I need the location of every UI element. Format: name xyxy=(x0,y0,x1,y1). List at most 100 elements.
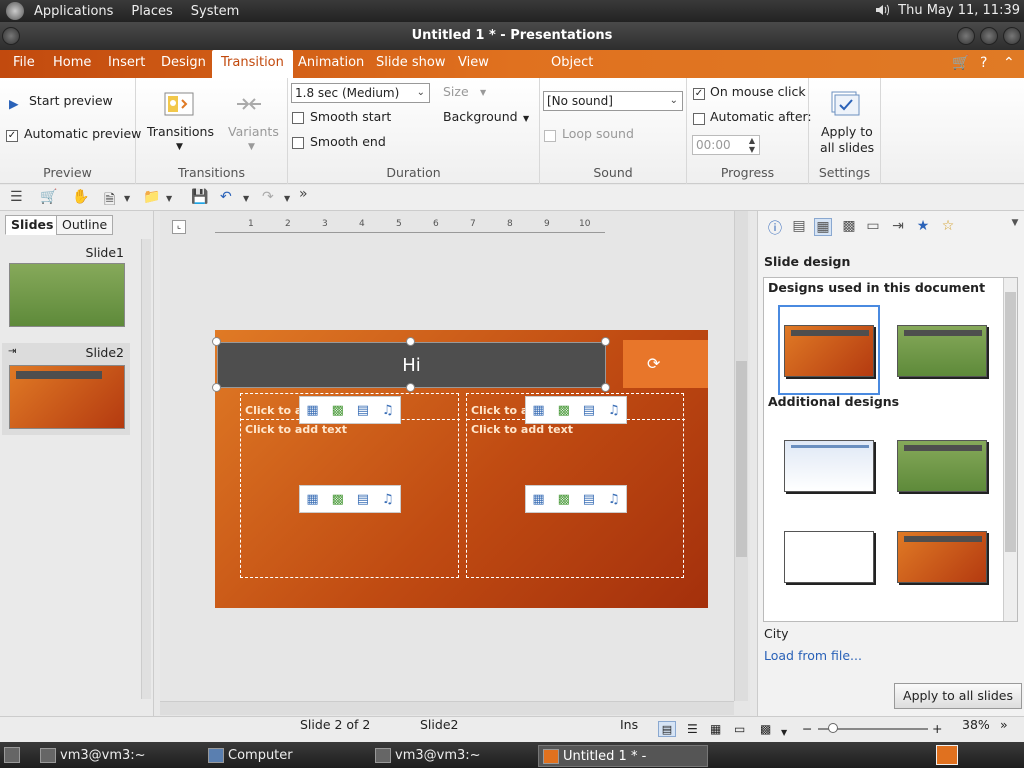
tab-slides[interactable]: Slides xyxy=(5,215,60,235)
insert-table-icon[interactable]: ▦ xyxy=(532,403,544,418)
tab-stop-icon[interactable]: ⌞ xyxy=(172,220,186,234)
load-from-file-link[interactable]: Load from file... xyxy=(764,648,862,663)
slide-canvas[interactable]: Hi ⟳ Click to add Click to add text ▦ ▩ ▤ ♫… xyxy=(212,330,708,608)
slide-2-preview[interactable] xyxy=(9,365,125,429)
open-dropdown-icon[interactable]: ▼ xyxy=(166,194,172,203)
favorite-icon[interactable]: ☆ xyxy=(939,218,957,236)
insert-media-icon[interactable]: ♫ xyxy=(608,403,620,418)
zoom-in-icon[interactable]: + xyxy=(932,721,942,737)
task-terminal-2[interactable]: vm3@vm3:~ xyxy=(371,745,531,767)
insert-chart-icon[interactable]: ▤ xyxy=(583,492,595,507)
menu-insert[interactable]: Insert xyxy=(99,50,154,78)
apply-to-all-slides-button[interactable]: Apply to all slides xyxy=(894,683,1022,709)
automatic-after-time-input[interactable]: 00:00 ▲ ▼ xyxy=(692,135,760,155)
automatic-preview-checkbox[interactable]: ✓ xyxy=(6,130,18,142)
cart-icon[interactable]: 🛒 xyxy=(952,55,969,71)
minimize-icon[interactable] xyxy=(957,27,975,45)
zoom-out-icon[interactable]: − xyxy=(802,721,812,737)
color-scheme-icon[interactable]: ▩ xyxy=(840,218,858,236)
insert-chart-icon[interactable]: ▤ xyxy=(357,403,369,418)
open-folder-icon[interactable]: 📁 xyxy=(143,189,160,205)
slideshow-icon[interactable]: ▩ xyxy=(760,721,771,737)
resize-handle[interactable] xyxy=(212,383,221,392)
task-terminal-1[interactable]: vm3@vm3:~ xyxy=(36,745,196,767)
on-mouse-click-checkbox[interactable]: ✓ xyxy=(693,88,705,100)
insert-table-icon[interactable]: ▦ xyxy=(532,492,544,507)
resize-handle[interactable] xyxy=(406,337,415,346)
resize-handle[interactable] xyxy=(406,383,415,392)
zoom-level[interactable]: 38% xyxy=(962,717,990,733)
design-thumbnail-blue[interactable] xyxy=(784,440,874,492)
undo-dropdown-icon[interactable]: ▼ xyxy=(243,194,249,203)
cart-icon[interactable]: 🛒 xyxy=(40,189,57,205)
menu-slide-show[interactable]: Slide show xyxy=(367,50,454,78)
rotate-handle-icon[interactable]: ⟳ xyxy=(647,354,660,373)
design-thumbnail-white[interactable] xyxy=(784,531,874,583)
size-dropdown-icon[interactable]: ▼ xyxy=(480,88,486,97)
insert-media-icon[interactable]: ♫ xyxy=(382,492,394,507)
insert-table-icon[interactable]: ▦ xyxy=(306,492,318,507)
variants-dropdown-icon[interactable]: ▼ xyxy=(248,142,255,152)
info-icon[interactable]: ⓘ xyxy=(766,218,784,237)
help-icon[interactable]: ? xyxy=(980,55,987,71)
smooth-end-checkbox[interactable] xyxy=(292,137,304,149)
slide-1-preview[interactable] xyxy=(9,263,125,327)
start-preview-button[interactable]: Start preview xyxy=(29,93,113,108)
insert-image-icon[interactable]: ▩ xyxy=(558,403,570,418)
redo-dropdown-icon[interactable]: ▼ xyxy=(284,194,290,203)
window-titlebar[interactable]: Untitled 1 * - Presentations xyxy=(0,22,1024,50)
outline-view-icon[interactable]: ☰ xyxy=(687,721,698,737)
menu-object[interactable]: Object xyxy=(542,50,602,78)
left-content-placeholder[interactable]: Click to add Click to add text ▦ ▩ ▤ ♫ ▦ ▩ ▤ ♫ xyxy=(240,393,460,578)
slide-title-box[interactable]: Hi xyxy=(217,342,606,388)
size-button[interactable]: Size xyxy=(443,84,469,99)
show-desktop-icon[interactable] xyxy=(4,747,20,763)
slide-title-text[interactable]: Hi xyxy=(402,355,421,376)
automatic-after-checkbox[interactable] xyxy=(693,113,705,125)
insert-image-icon[interactable]: ▩ xyxy=(558,492,570,507)
slide-thumbnail-2[interactable]: ⇥ Slide2 xyxy=(2,343,130,435)
normal-view-icon[interactable]: ▤ xyxy=(658,721,676,737)
designs-scrollbar[interactable] xyxy=(1003,278,1017,621)
spinner-icon[interactable]: ▲ ▼ xyxy=(749,136,755,154)
menu-file[interactable]: File xyxy=(4,50,44,78)
menu-transition[interactable]: Transition xyxy=(212,50,293,78)
insert-table-icon[interactable]: ▦ xyxy=(306,403,318,418)
slide-thumbnail-1[interactable]: Slide1 xyxy=(2,243,130,335)
smooth-start-checkbox[interactable] xyxy=(292,112,304,124)
distro-logo-icon[interactable] xyxy=(6,2,24,20)
tab-outline[interactable]: Outline xyxy=(56,215,114,235)
sound-select[interactable]: [No sound] ⌄ xyxy=(543,91,683,111)
notes-view-icon[interactable]: ▭ xyxy=(734,721,745,737)
horizontal-scrollbar[interactable] xyxy=(160,701,734,715)
design-thumbnail-green[interactable] xyxy=(897,325,987,377)
loop-sound-checkbox[interactable] xyxy=(544,130,556,142)
statusbar-overflow-icon[interactable]: » xyxy=(1000,717,1008,733)
variants-icon[interactable] xyxy=(234,90,264,118)
menu-lines-icon[interactable]: ☰ xyxy=(10,189,23,205)
transitions-icon[interactable] xyxy=(164,90,194,118)
redo-icon[interactable]: ↷ xyxy=(262,189,274,205)
apply-to-all-line1[interactable]: Apply to xyxy=(821,124,873,139)
transitions-dropdown-icon[interactable]: ▼ xyxy=(176,142,183,152)
menu-view[interactable]: View xyxy=(449,50,498,78)
horizontal-ruler[interactable]: 1 2 3 4 5 6 7 8 9 10 xyxy=(215,219,605,233)
resize-handle[interactable] xyxy=(601,337,610,346)
insert-chart-icon[interactable]: ▤ xyxy=(583,403,595,418)
layout-icon[interactable]: ▤ xyxy=(790,218,808,236)
placeholder-body-text[interactable]: Click to add text xyxy=(245,423,347,436)
background-button[interactable]: Background xyxy=(443,109,518,124)
designs-scroll-thumb[interactable] xyxy=(1005,292,1016,552)
menu-home[interactable]: Home xyxy=(44,50,100,78)
close-icon[interactable] xyxy=(1003,27,1021,45)
task-computer[interactable]: Computer xyxy=(204,745,364,767)
places-menu[interactable]: Places xyxy=(131,4,172,19)
clock[interactable]: Thu May 11, 11:39 xyxy=(898,3,1020,18)
save-icon[interactable]: 💾 xyxy=(191,189,208,205)
tray-presentations-icon[interactable] xyxy=(936,745,958,765)
new-document-icon[interactable]: 🗎 xyxy=(104,189,115,213)
vertical-scroll-thumb[interactable] xyxy=(736,361,747,557)
design-thumbnail-orange[interactable] xyxy=(784,325,874,377)
transitions-button[interactable]: Transitions xyxy=(147,124,214,139)
right-content-placeholder[interactable]: Click to add Click to add text ▦ ▩ ▤ ♫ ▦ ▩ ▤ ♫ xyxy=(466,393,685,578)
